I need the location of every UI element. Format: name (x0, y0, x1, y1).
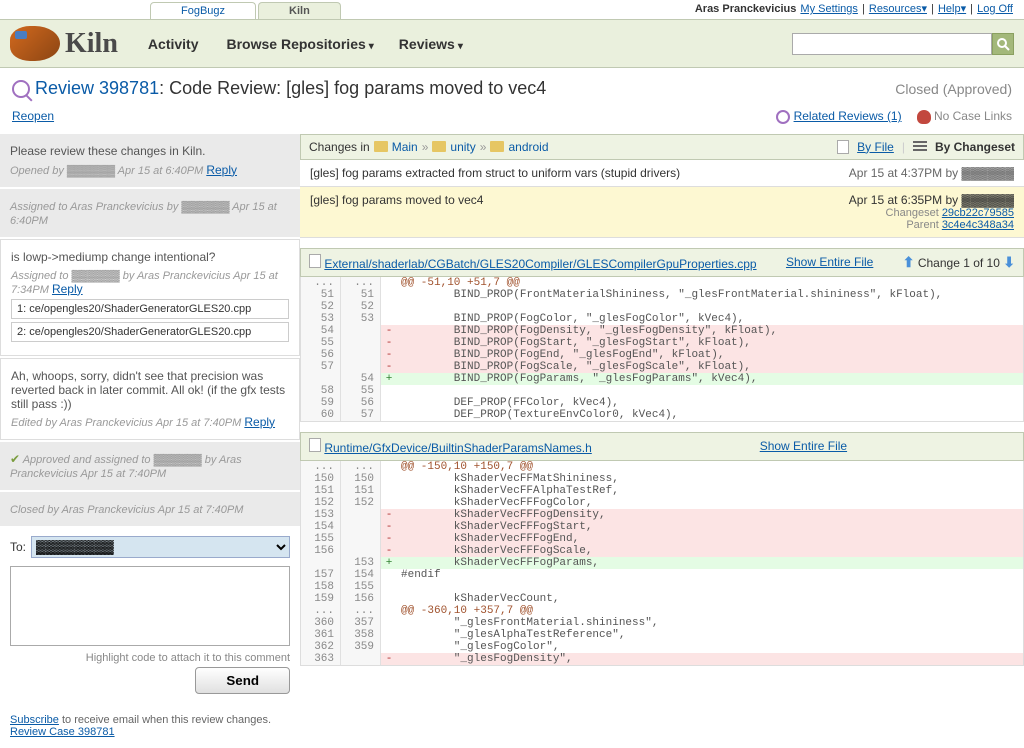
logo[interactable]: Kiln (10, 26, 118, 61)
changeset-row[interactable]: [gles] fog params extracted from struct … (300, 160, 1024, 187)
review-icon (12, 80, 30, 98)
comment-block: is lowp->mediump change intentional? Ass… (0, 239, 300, 356)
view-by-file[interactable]: By File (857, 140, 894, 154)
user-bar: Aras Pranckevicius My Settings | Resourc… (695, 2, 1014, 15)
send-button[interactable]: Send (195, 667, 290, 694)
link-help[interactable]: Help▾ (938, 3, 966, 15)
change-nav: ⬆ Change 1 of 10 ⬇ (903, 254, 1015, 271)
diff-block: ......@@ -51,10 +51,7 @@ 5151 BIND_PROP(… (300, 277, 1024, 422)
nav-reviews[interactable]: Reviews (399, 36, 463, 52)
case-link[interactable]: Review Case 398781 (10, 726, 115, 738)
file-ref[interactable]: 1: ce/opengles20/ShaderGeneratorGLES20.c… (11, 299, 289, 319)
breadcrumb: Changes in Main» unity» android (309, 140, 549, 154)
diff-block: ......@@ -150,10 +150,7 @@ 150150 kShade… (300, 461, 1024, 666)
user-name: Aras Pranckevicius (695, 3, 797, 15)
file-path[interactable]: External/shaderlab/CGBatch/GLES20Compile… (324, 257, 756, 271)
file-ref[interactable]: 2: ce/opengles20/ShaderGeneratorGLES20.c… (11, 322, 289, 342)
closed-note: Closed by Aras Pranckevicius Apr 15 at 7… (0, 492, 300, 526)
reopen-link[interactable]: Reopen (12, 109, 54, 124)
file-icon (837, 140, 849, 154)
approved-note: ✔ Approved and assigned to ▓▓▓▓▓▓ by Ara… (0, 442, 300, 490)
subscribe-link[interactable]: Subscribe (10, 714, 59, 726)
folder-icon (490, 141, 504, 152)
changeset-hash[interactable]: 29cb22c79585 (942, 207, 1014, 219)
search-input[interactable] (792, 33, 992, 55)
related-reviews[interactable]: Related Reviews (1) (776, 109, 901, 124)
reply-link[interactable]: Reply (52, 282, 83, 296)
crumb-main[interactable]: Main (392, 140, 418, 154)
kiln-icon (10, 26, 60, 61)
file-path[interactable]: Runtime/GfxDevice/BuiltinShaderParamsNam… (324, 441, 591, 455)
reply-link[interactable]: Reply (206, 163, 237, 177)
file-icon (309, 438, 321, 452)
search-icon (996, 37, 1010, 51)
crumb-unity[interactable]: unity (450, 140, 475, 154)
tab-kiln[interactable]: Kiln (258, 2, 341, 19)
related-icon (776, 110, 790, 124)
page-title: Review 398781: Code Review: [gles] fog p… (35, 78, 546, 99)
crumb-android[interactable]: android (508, 140, 548, 154)
link-logoff[interactable]: Log Off (977, 3, 1013, 15)
folder-icon (432, 141, 446, 152)
parent-hash[interactable]: 3c4e4c348a34 (942, 219, 1014, 231)
attach-hint: Highlight code to attach it to this comm… (10, 649, 290, 667)
review-intro: Please review these changes in Kiln. Ope… (0, 134, 300, 187)
link-settings[interactable]: My Settings (800, 3, 857, 15)
nav-browse[interactable]: Browse Repositories (227, 36, 374, 52)
bug-icon (917, 110, 931, 124)
show-entire-file[interactable]: Show Entire File (760, 439, 847, 453)
tab-fogbugz[interactable]: FogBugz (150, 2, 256, 19)
list-icon (913, 141, 927, 153)
view-by-changeset[interactable]: By Changeset (935, 140, 1015, 154)
next-change-icon[interactable]: ⬇ (1003, 254, 1015, 270)
to-select[interactable]: ▓▓▓▓▓▓▓▓ (31, 536, 290, 558)
show-entire-file[interactable]: Show Entire File (786, 255, 873, 269)
link-resources[interactable]: Resources▾ (869, 3, 927, 15)
assigned-note: Assigned to Aras Pranckevicius by ▓▓▓▓▓▓… (0, 189, 300, 237)
prev-change-icon[interactable]: ⬆ (903, 254, 915, 270)
file-icon (309, 254, 321, 268)
to-label: To: (10, 540, 26, 554)
nav-activity[interactable]: Activity (148, 36, 202, 52)
status-badge: Closed (Approved) (895, 81, 1012, 97)
folder-icon (374, 141, 388, 152)
reply-link[interactable]: Reply (244, 415, 275, 429)
changeset-row-selected[interactable]: [gles] fog params moved to vec4 Apr 15 a… (300, 187, 1024, 238)
no-case-links: No Case Links (917, 109, 1012, 124)
check-icon: ✔ (10, 452, 20, 466)
comment-input[interactable] (10, 566, 290, 646)
comment-block: Ah, whoops, sorry, didn't see that preci… (0, 358, 300, 440)
search-button[interactable] (992, 33, 1014, 55)
